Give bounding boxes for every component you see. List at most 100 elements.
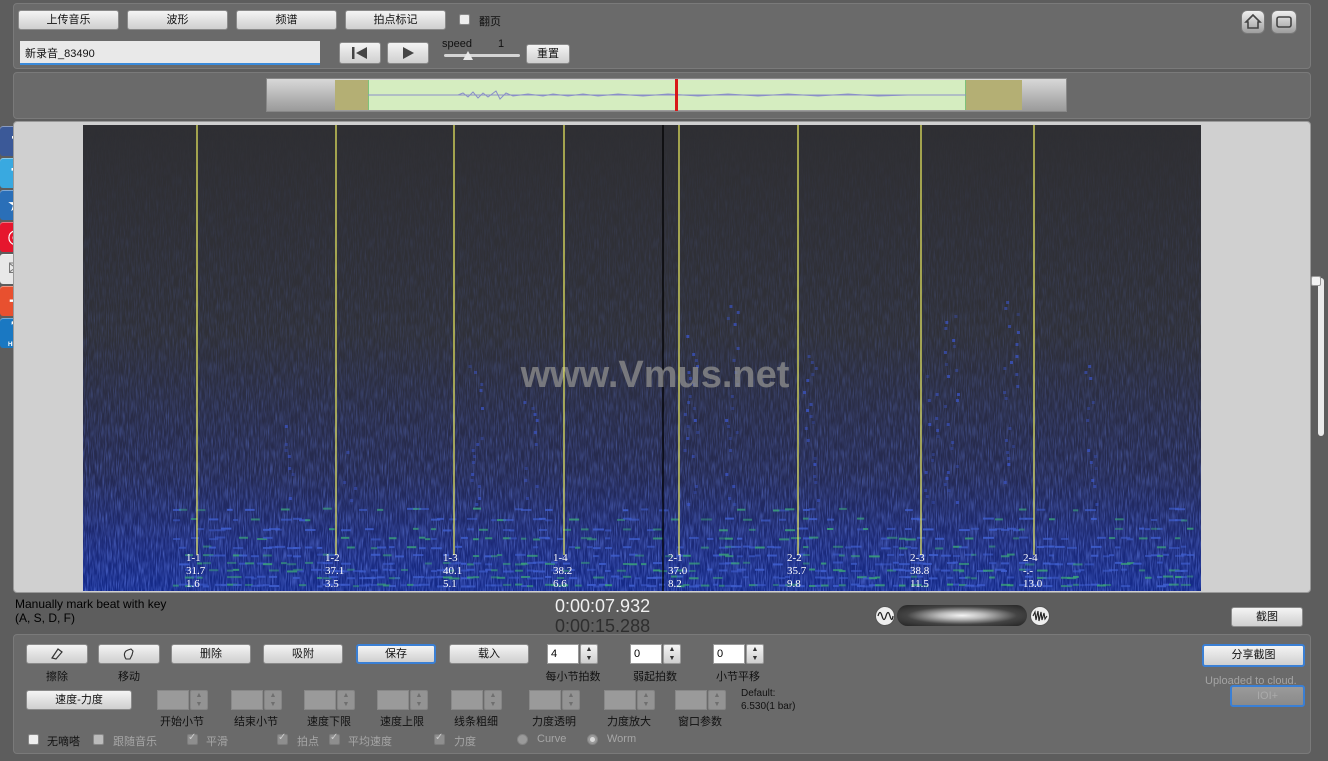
erase-label: 擦除 [46, 671, 68, 683]
smooth-checkbox[interactable] [187, 732, 198, 745]
start-bar-label: 开始小节 [160, 716, 204, 728]
erase-button[interactable] [26, 644, 88, 664]
tempo-min-value[interactable] [304, 690, 336, 710]
waveform-zoom-in-icon[interactable] [1030, 606, 1050, 626]
tempo-min-arrows[interactable]: ▲ ▼ [337, 690, 355, 710]
move-button[interactable] [98, 644, 160, 664]
beat-mark-button[interactable]: 拍点标记 [345, 10, 446, 30]
fullscreen-icon[interactable] [1271, 10, 1297, 34]
dynamics-opacity-arrows[interactable]: ▲ ▼ [562, 690, 580, 710]
hint-line-2: (A, S, D, F) [15, 611, 75, 625]
bar-shift-label: 小节平移 [716, 671, 760, 683]
beat-label: 1-3 [443, 552, 458, 564]
page-flip-checkbox[interactable] [459, 14, 470, 25]
beat-tempo: 38.8 [910, 565, 930, 577]
end-bar-arrows[interactable]: ▲ ▼ [264, 690, 282, 710]
go-to-start-button[interactable] [339, 42, 381, 64]
beats-per-bar-label: 每小节拍数 [545, 671, 601, 683]
speed-slider-track[interactable] [444, 54, 520, 57]
beat-time: 3.5 [325, 578, 339, 590]
selection-handle-right[interactable] [966, 80, 1022, 110]
reset-button[interactable]: 重置 [526, 44, 570, 64]
avg-tempo-checkbox[interactable] [329, 732, 340, 745]
beats-per-bar-value[interactable]: 4 [547, 644, 579, 664]
spectrogram-panel: www.Vmus.net 1-1 31.7 1.6 1-2 37.1 3.5 1-3 40.1… [13, 121, 1311, 593]
end-bar-value[interactable] [231, 690, 263, 710]
default-line-2: 6.530(1 bar) [741, 701, 796, 712]
window-param-stepper[interactable]: ▲ ▼ [675, 690, 727, 710]
beat-label: 1-4 [553, 552, 568, 564]
follow-music-checkbox[interactable] [93, 734, 104, 745]
start-bar-stepper[interactable]: ▲ ▼ [157, 690, 209, 710]
bar-shift-stepper[interactable]: 0 ▲ ▼ [713, 644, 765, 664]
vertical-scrollbar-handle[interactable] [1311, 276, 1321, 286]
pickup-beats-arrows[interactable]: ▲ ▼ [663, 644, 681, 664]
waveform-zoom-out-icon[interactable] [875, 606, 895, 626]
save-button[interactable]: 保存 [356, 644, 436, 664]
zoom-slider[interactable] [897, 605, 1027, 626]
bar-shift-value[interactable]: 0 [713, 644, 745, 664]
dynamics-checkbox[interactable] [434, 732, 445, 745]
beat-time: 11.5 [910, 578, 929, 590]
file-name-field[interactable]: 新录音_83490 [20, 41, 320, 65]
spectrum-button[interactable]: 频谱 [236, 10, 337, 30]
share-screenshot-button[interactable]: 分享截图 [1202, 644, 1305, 667]
no-click-checkbox[interactable] [28, 734, 39, 745]
screenshot-button[interactable]: 截图 [1231, 607, 1303, 627]
start-bar-value[interactable] [157, 690, 189, 710]
tempo-max-arrows[interactable]: ▲ ▼ [410, 690, 428, 710]
dynamics-opacity-stepper[interactable]: ▲ ▼ [529, 690, 581, 710]
beat-time: 8.2 [668, 578, 682, 590]
vertical-scrollbar[interactable] [1318, 278, 1324, 436]
speed-label: speed [442, 38, 472, 50]
beats-per-bar-arrows[interactable]: ▲ ▼ [580, 644, 598, 664]
speed-value: 1 [498, 38, 505, 50]
tempo-min-stepper[interactable]: ▲ ▼ [304, 690, 356, 710]
window-param-value[interactable] [675, 690, 707, 710]
beats-per-bar-stepper[interactable]: 4 ▲ ▼ [547, 644, 599, 664]
home-icon[interactable] [1241, 10, 1265, 34]
ioi-button[interactable]: IOI+ [1230, 685, 1305, 707]
avg-tempo-label: 平均速度 [348, 736, 392, 748]
end-bar-stepper[interactable]: ▲ ▼ [231, 690, 283, 710]
dynamics-opacity-value[interactable] [529, 690, 561, 710]
curve-label: Curve [537, 733, 567, 745]
line-width-arrows[interactable]: ▲ ▼ [484, 690, 502, 710]
line-width-stepper[interactable]: ▲ ▼ [451, 690, 503, 710]
waveform-button[interactable]: 波形 [127, 10, 228, 30]
start-bar-arrows[interactable]: ▲ ▼ [190, 690, 208, 710]
selection-handle-left[interactable] [335, 80, 368, 110]
overview-waveform[interactable] [266, 78, 1067, 112]
tempo-max-stepper[interactable]: ▲ ▼ [377, 690, 429, 710]
dynamics-zoom-value[interactable] [604, 690, 636, 710]
snap-button[interactable]: 吸附 [263, 644, 343, 664]
bar-shift-arrows[interactable]: ▲ ▼ [746, 644, 764, 664]
playhead-marker[interactable] [675, 79, 678, 111]
line-width-value[interactable] [451, 690, 483, 710]
dynamics-zoom-stepper[interactable]: ▲ ▼ [604, 690, 656, 710]
tempo-max-value[interactable] [377, 690, 409, 710]
beat-label: 2-4 [1023, 552, 1038, 564]
file-name-text: 新录音_83490 [25, 48, 95, 60]
dynamics-zoom-label: 力度放大 [607, 716, 651, 728]
window-param-label: 窗口参数 [678, 716, 722, 728]
pickup-beats-value[interactable]: 0 [630, 644, 662, 664]
eraser-icon [51, 648, 63, 660]
beat-time: 1.6 [186, 578, 200, 590]
pickup-beats-stepper[interactable]: 0 ▲ ▼ [630, 644, 682, 664]
delete-button[interactable]: 删除 [171, 644, 251, 664]
worm-radio[interactable] [587, 734, 598, 745]
tempo-dynamics-button[interactable]: 速度-力度 [26, 690, 132, 710]
curve-radio[interactable] [517, 734, 528, 745]
load-button[interactable]: 载入 [449, 644, 529, 664]
beat-time: 5.1 [443, 578, 457, 590]
window-param-arrows[interactable]: ▲ ▼ [708, 690, 726, 710]
speed-slider-thumb[interactable] [463, 51, 473, 60]
dynamics-zoom-arrows[interactable]: ▲ ▼ [637, 690, 655, 710]
beat-points-checkbox[interactable] [277, 732, 288, 745]
play-button[interactable] [387, 42, 429, 64]
upload-music-button[interactable]: 上传音乐 [18, 10, 119, 30]
beat-tempo: 31.7 [186, 565, 206, 577]
current-time: 0:00:07.932 [555, 596, 651, 616]
spectrogram-view[interactable]: www.Vmus.net 1-131.71.6 1-237.13.5 1-340.1… [83, 125, 1201, 591]
